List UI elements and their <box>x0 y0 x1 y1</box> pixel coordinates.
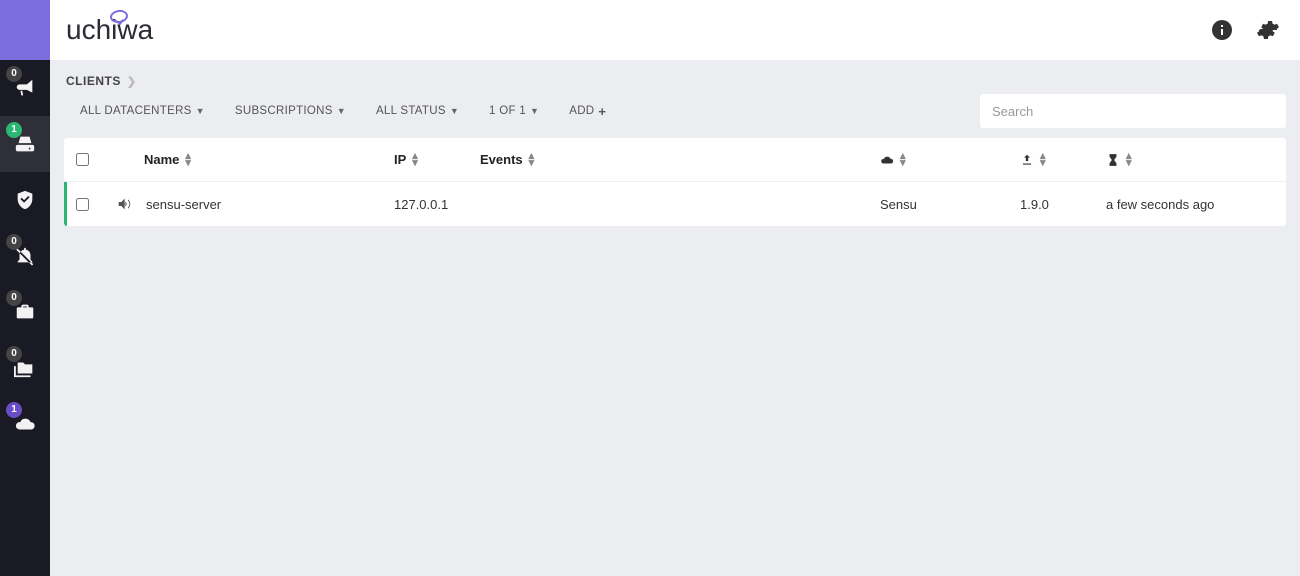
header-events[interactable]: Events <box>480 151 880 169</box>
sidebar-badge-silenced: 0 <box>6 234 22 250</box>
sort-icon <box>1126 151 1132 169</box>
cloud-icon <box>880 153 894 167</box>
header-name[interactable]: Name <box>144 151 394 169</box>
hourglass-icon <box>1106 153 1120 167</box>
clients-table: Name IP Events <box>64 138 1286 226</box>
volume-icon <box>116 196 132 212</box>
sidebar-badge-stashes: 0 <box>6 290 22 306</box>
table-header: Name IP Events <box>64 138 1286 182</box>
sort-icon <box>412 151 418 169</box>
row-version: 1.9.0 <box>1020 197 1049 212</box>
filter-datacenters-label: ALL DATACENTERS <box>80 105 192 117</box>
row-name: sensu-server <box>146 197 221 212</box>
filter-subscriptions-label: SUBSCRIPTIONS <box>235 105 333 117</box>
sidebar-badge-aggregates: 0 <box>6 346 22 362</box>
sort-icon <box>900 151 906 169</box>
sidebar-item-silenced[interactable]: 0 <box>0 228 50 284</box>
main: uchiwa CLIENTS ❯ ALL DATACENTERS ▼ <box>50 0 1300 576</box>
sidebar-logo-block <box>0 0 50 60</box>
caret-down-icon: ▼ <box>337 106 346 116</box>
header-ip[interactable]: IP <box>394 151 480 169</box>
caret-down-icon: ▼ <box>450 106 459 116</box>
sort-icon <box>529 151 535 169</box>
filter-datacenters[interactable]: ALL DATACENTERS ▼ <box>80 104 205 119</box>
sidebar-item-checks[interactable] <box>0 172 50 228</box>
sidebar-item-events[interactable]: 0 <box>0 60 50 116</box>
sort-icon <box>185 151 191 169</box>
sidebar-item-clients[interactable]: 1 <box>0 116 50 172</box>
sidebar: 0 1 0 0 0 1 <box>0 0 50 576</box>
caret-down-icon: ▼ <box>530 106 539 116</box>
pagination-select[interactable]: 1 OF 1 ▼ <box>489 104 539 119</box>
sidebar-item-datacenters[interactable]: 1 <box>0 396 50 452</box>
row-time: a few seconds ago <box>1106 197 1214 212</box>
brand-logo: uchiwa <box>66 14 153 46</box>
header-time[interactable] <box>1106 151 1274 169</box>
header-name-label: Name <box>144 152 179 167</box>
select-all-checkbox[interactable] <box>76 153 89 166</box>
plus-icon: + <box>598 104 606 119</box>
gear-icon[interactable] <box>1256 18 1280 42</box>
info-icon[interactable] <box>1210 18 1234 42</box>
add-label: ADD <box>569 105 594 117</box>
search-input[interactable] <box>980 94 1286 128</box>
caret-down-icon: ▼ <box>196 106 205 116</box>
header-events-label: Events <box>480 152 523 167</box>
filter-status-label: ALL STATUS <box>376 105 446 117</box>
filter-subscriptions[interactable]: SUBSCRIPTIONS ▼ <box>235 104 346 119</box>
sort-icon <box>1040 151 1046 169</box>
header-ip-label: IP <box>394 152 406 167</box>
chevron-right-icon: ❯ <box>127 75 137 88</box>
sidebar-item-stashes[interactable]: 0 <box>0 284 50 340</box>
pagination-label: 1 OF 1 <box>489 105 526 117</box>
upload-icon <box>1020 153 1034 167</box>
breadcrumb: CLIENTS ❯ <box>64 74 1286 88</box>
sidebar-badge-events: 0 <box>6 66 22 82</box>
row-checkbox[interactable] <box>76 198 89 211</box>
header-datacenter[interactable] <box>880 151 1020 169</box>
row-datacenter: Sensu <box>880 197 917 212</box>
shield-check-icon <box>14 189 36 211</box>
sidebar-badge-clients: 1 <box>6 122 22 138</box>
table-row[interactable]: sensu-server 127.0.0.1 Sensu 1.9.0 a few… <box>64 182 1286 226</box>
row-ip: 127.0.0.1 <box>394 197 448 212</box>
sidebar-badge-datacenters: 1 <box>6 402 22 418</box>
header-version[interactable] <box>1020 151 1106 169</box>
filter-status[interactable]: ALL STATUS ▼ <box>376 104 459 119</box>
topbar: uchiwa <box>50 0 1300 60</box>
breadcrumb-section[interactable]: CLIENTS <box>66 74 121 88</box>
add-button[interactable]: ADD + <box>569 104 606 119</box>
sidebar-item-aggregates[interactable]: 0 <box>0 340 50 396</box>
